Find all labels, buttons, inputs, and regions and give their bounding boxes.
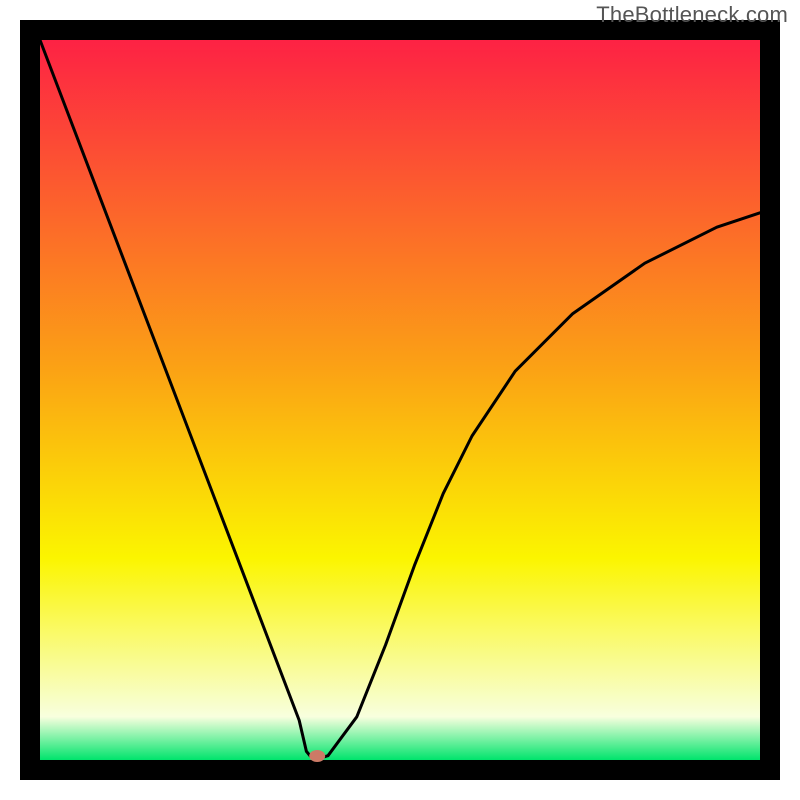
- watermark-text: TheBottleneck.com: [596, 2, 788, 28]
- optimal-point-marker: [309, 750, 325, 762]
- chart-background: [40, 40, 760, 760]
- chart-root: TheBottleneck.com: [0, 0, 800, 800]
- bottleneck-chart: [0, 0, 800, 800]
